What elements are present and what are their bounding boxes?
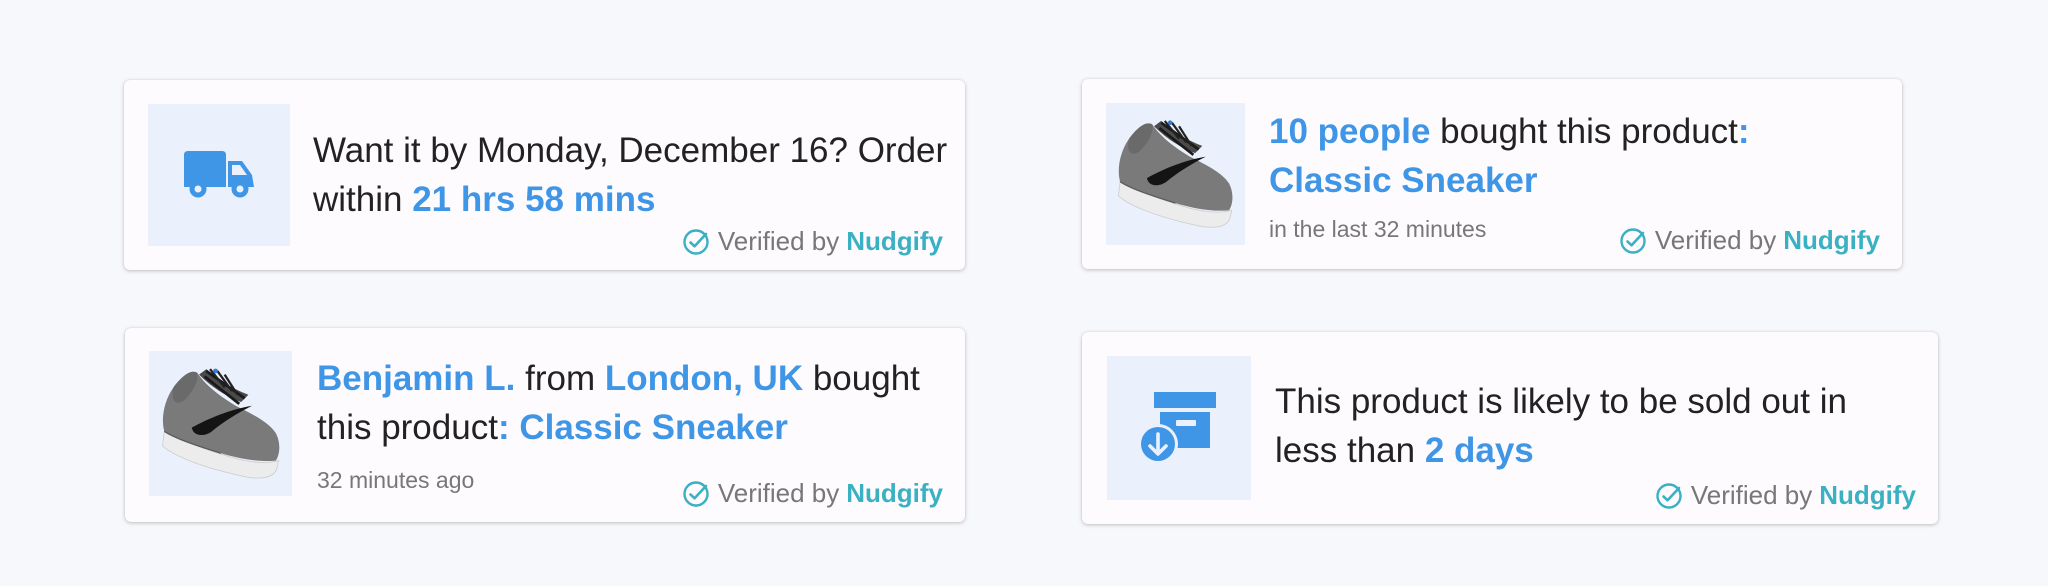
sellout-message-text: This product is likely to be sold out in… bbox=[1275, 382, 1847, 470]
sellout-timeframe: 2 days bbox=[1424, 431, 1534, 470]
nudgify-brand-link[interactable]: Nudgify bbox=[846, 478, 943, 509]
verified-label: Verified by bbox=[717, 478, 840, 508]
from-text: from bbox=[515, 359, 605, 398]
customer-location: London, UK bbox=[604, 359, 804, 398]
verified-badge[interactable]: Verified by Nudgify bbox=[682, 226, 943, 257]
verified-check-icon bbox=[1656, 482, 1682, 509]
sneaker-image bbox=[160, 366, 281, 479]
sellout-nudge-card: This product is likely to be sold out in… bbox=[1082, 332, 1938, 524]
buyer-count: 10 people bbox=[1269, 112, 1431, 151]
sneaker-image bbox=[1117, 118, 1234, 229]
delivery-message: Want it by Monday, December 16? Order wi… bbox=[313, 126, 953, 224]
nudgify-brand-link[interactable]: Nudgify bbox=[846, 226, 943, 257]
recent-purchase-message: Benjamin L. from London, UK bought this … bbox=[317, 354, 937, 452]
sellout-message: This product is likely to be sold out in… bbox=[1275, 377, 1915, 475]
verified-badge[interactable]: Verified by Nudgify bbox=[1655, 480, 1916, 511]
verified-label: Verified by bbox=[1654, 225, 1777, 255]
verified-badge[interactable]: Verified by Nudgify bbox=[1619, 225, 1880, 256]
archive-box-icon bbox=[1139, 392, 1216, 464]
verified-check-icon bbox=[683, 228, 709, 255]
verified-check-icon bbox=[683, 480, 709, 507]
nudgify-brand-link[interactable]: Nudgify bbox=[1819, 480, 1916, 511]
sellout-thumbnail bbox=[1107, 356, 1251, 500]
timeframe-text: in the last 32 minutes bbox=[1269, 216, 1487, 242]
delivery-thumbnail bbox=[148, 104, 290, 246]
verified-label: Verified by bbox=[1690, 480, 1813, 510]
recent-purchase-nudge-card: Benjamin L. from London, UK bought this … bbox=[125, 328, 965, 522]
purchase-count-nudge-card: 10 people bought this product: Classic S… bbox=[1082, 79, 1902, 269]
verified-label: Verified by bbox=[717, 226, 840, 256]
delivery-truck-icon bbox=[184, 151, 254, 198]
purchase-text: bought this product bbox=[1430, 112, 1738, 151]
verified-badge[interactable]: Verified by Nudgify bbox=[682, 478, 943, 509]
product-name-link[interactable]: : Classic Sneaker bbox=[498, 408, 788, 447]
delivery-countdown: 21 hrs 58 mins bbox=[412, 180, 656, 219]
delivery-nudge-card: Want it by Monday, December 16? Order wi… bbox=[124, 80, 965, 270]
nudgify-brand-link[interactable]: Nudgify bbox=[1783, 225, 1880, 256]
product-thumbnail bbox=[1106, 103, 1245, 245]
product-thumbnail bbox=[149, 351, 292, 496]
verified-check-icon bbox=[1620, 227, 1646, 254]
customer-name: Benjamin L. bbox=[317, 359, 516, 398]
purchase-count-message: 10 people bought this product: Classic S… bbox=[1269, 107, 1879, 205]
purchase-time-text: 32 minutes ago bbox=[317, 467, 475, 493]
